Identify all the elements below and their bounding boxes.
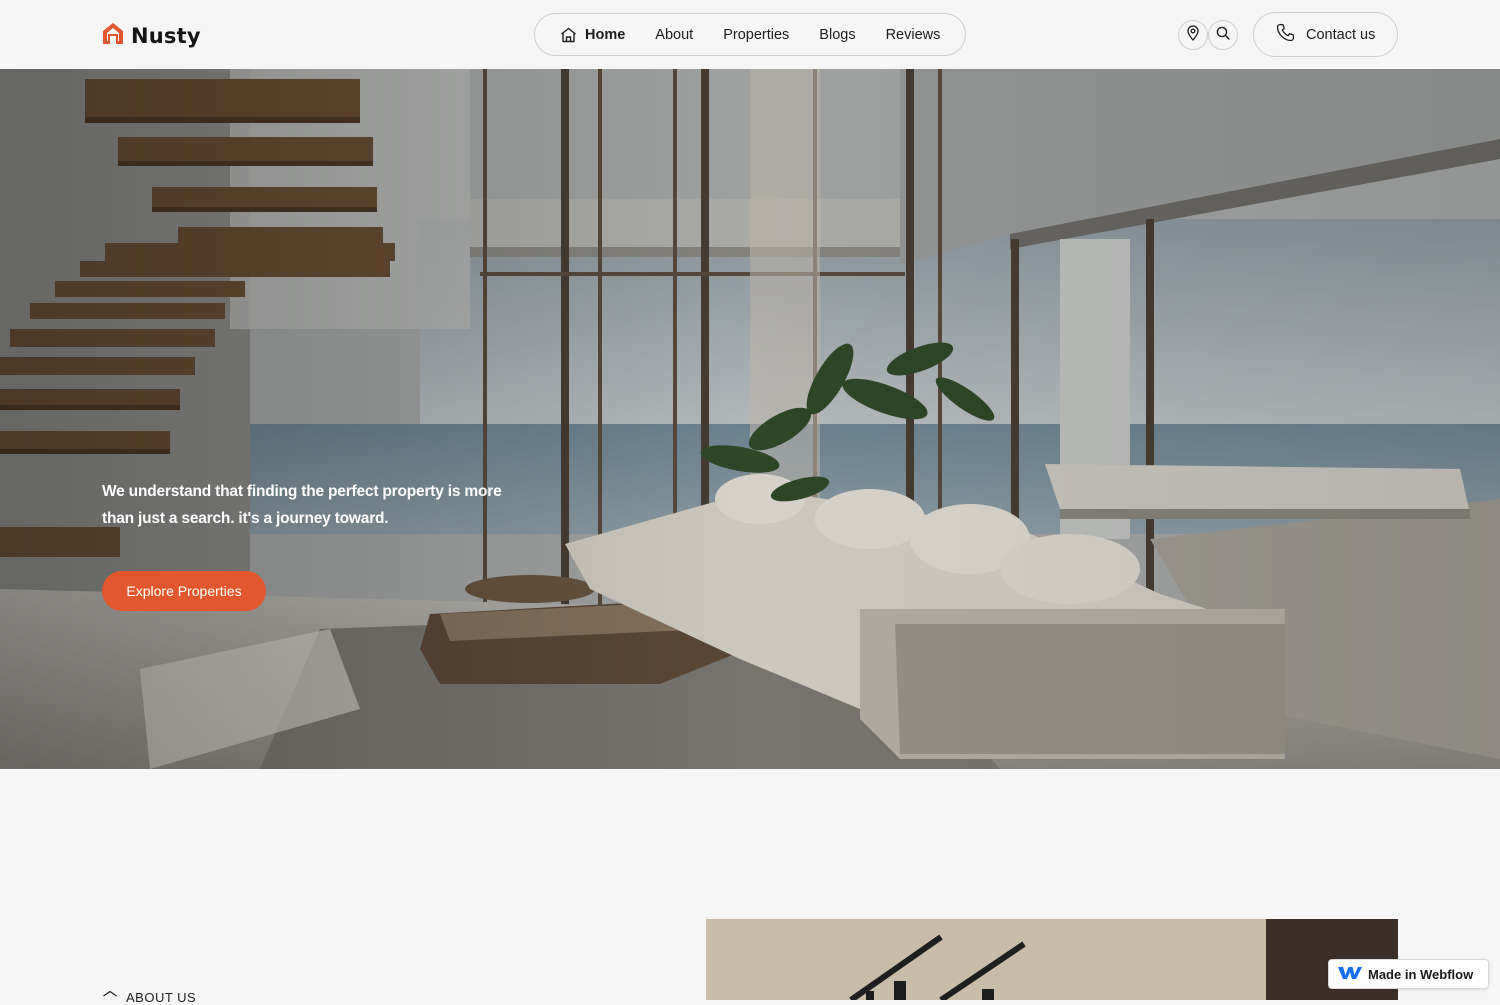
nav-item-reviews[interactable]: Reviews: [886, 27, 941, 43]
about-us-label: ABOUT US: [102, 990, 196, 1005]
map-pin-icon: [1186, 24, 1200, 46]
contact-label: Contact us: [1306, 26, 1376, 43]
nav-item-label: Blogs: [819, 26, 856, 43]
phone-icon: [1276, 23, 1295, 46]
site-header: Nusty Home About Properties Blogs Review…: [0, 0, 1500, 69]
logo[interactable]: Nusty: [101, 21, 201, 50]
nav-item-blogs[interactable]: Blogs: [819, 27, 855, 43]
nav-item-about[interactable]: About: [655, 27, 693, 43]
home-icon: [560, 27, 577, 43]
webflow-logo-icon: [1338, 966, 1362, 983]
logo-text: Nusty: [131, 23, 201, 48]
about-image: [706, 919, 1398, 1000]
hero-section: We understand that finding the perfect p…: [0, 69, 1500, 769]
nav-item-home[interactable]: Home: [560, 27, 625, 43]
nav-item-label: About: [655, 26, 694, 43]
hero-interior-image: [0, 69, 1500, 769]
nav-item-label: Home: [585, 26, 626, 43]
house-outline-icon: [102, 990, 118, 1005]
main-nav: Home About Properties Blogs Reviews: [534, 13, 966, 56]
search-icon: [1216, 26, 1230, 45]
explore-properties-button[interactable]: Explore Properties: [102, 571, 266, 611]
about-us-text: ABOUT US: [126, 990, 197, 1005]
webflow-badge-label: Made in Webflow: [1368, 966, 1474, 982]
contact-button[interactable]: Contact us: [1253, 12, 1398, 57]
search-button[interactable]: [1208, 20, 1238, 50]
nav-item-label: Properties: [723, 26, 790, 43]
made-in-webflow-badge[interactable]: Made in Webflow: [1328, 959, 1489, 989]
nav-item-label: Reviews: [885, 26, 941, 43]
hero-tagline: We understand that finding the perfect p…: [102, 483, 502, 527]
house-logo-icon: [101, 21, 125, 50]
nav-item-properties[interactable]: Properties: [723, 27, 789, 43]
location-button[interactable]: [1178, 20, 1208, 50]
